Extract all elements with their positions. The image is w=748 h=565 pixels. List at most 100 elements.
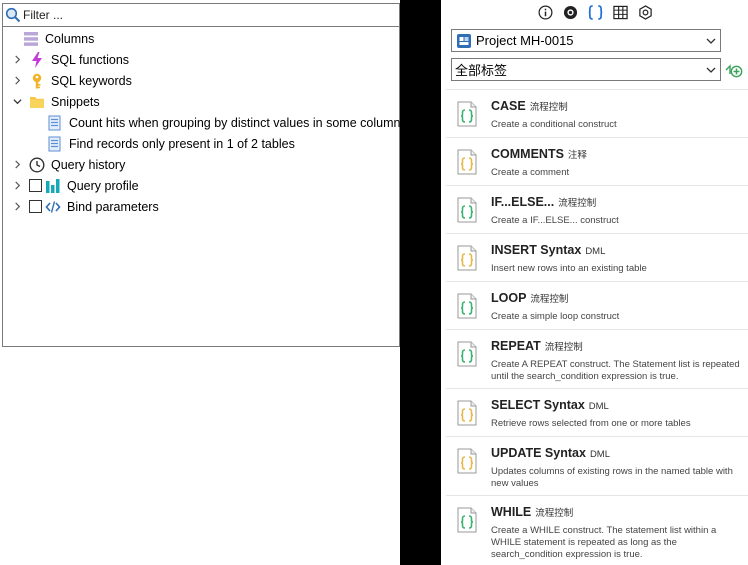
- snippet-tag: DML: [589, 449, 610, 460]
- snippet-title: WHILE 流程控制: [491, 505, 573, 519]
- tree-item-columns[interactable]: Columns: [23, 28, 94, 49]
- snippet-item[interactable]: UPDATE Syntax DML Updates columns of exist…: [446, 436, 748, 495]
- add-tag-icon[interactable]: [725, 61, 743, 79]
- columns-layout-icon[interactable]: [612, 4, 629, 21]
- snippet-item[interactable]: SELECT Syntax DML Retrieve rows selected f…: [446, 388, 748, 436]
- snippet-title: LOOP 流程控制: [491, 291, 568, 305]
- tree-item-snippets[interactable]: Snippets: [11, 91, 100, 112]
- toolbar-icons: [537, 3, 662, 21]
- chevron-down-icon[interactable]: [702, 36, 720, 46]
- snippet-description: Retrieve rows selected from one or more …: [491, 418, 691, 429]
- code-icon: [45, 200, 61, 213]
- info-icon[interactable]: [537, 4, 554, 21]
- bind-parameters-checkbox[interactable]: [29, 200, 42, 213]
- snippet-description: Create a conditional construct: [491, 119, 617, 130]
- snippet-file-icon: [457, 149, 477, 175]
- tree-label: Columns: [45, 31, 95, 46]
- snippet-tag: DML: [585, 246, 606, 257]
- snippet-title: REPEAT 流程控制: [491, 339, 583, 353]
- bar-chart-icon: [46, 178, 60, 193]
- snippet-name: IF...ELSE...: [491, 195, 555, 209]
- snippet-name: UPDATE Syntax: [491, 446, 586, 460]
- columns-icon: [24, 31, 38, 46]
- snippet-description: Updates columns of existing rows in the …: [491, 466, 733, 489]
- snippet-file-icon: [457, 197, 477, 223]
- eye-icon[interactable]: [562, 4, 579, 21]
- project-select[interactable]: Project MH-0015: [451, 29, 721, 52]
- chevron-right-icon[interactable]: [11, 70, 23, 91]
- snippet-description: Create A REPEAT construct. The Statement…: [491, 359, 740, 382]
- snippet-name: LOOP: [491, 291, 527, 305]
- snippet-tag: 流程控制: [530, 294, 569, 305]
- snippet-description: Create a comment: [491, 167, 570, 178]
- snippet-tag: 流程控制: [558, 198, 597, 209]
- chevron-down-icon[interactable]: [11, 91, 23, 112]
- snippet-file-icon: [457, 341, 477, 367]
- tree-item-snippet[interactable]: Count hits when grouping by distinct val…: [47, 112, 400, 133]
- panel-divider: [400, 0, 441, 565]
- tree-item-bind-parameters[interactable]: Bind parameters: [11, 196, 159, 217]
- tag-filter-select[interactable]: 全部标签: [451, 58, 721, 81]
- snippet-item[interactable]: CASE 流程控制 Create a conditional construct: [446, 89, 748, 137]
- tree-label: Query history: [51, 157, 126, 172]
- right-panel: Project MH-0015 全部标签 CASE 流程控制 Create a co…: [441, 0, 748, 565]
- snippet-file-icon: [457, 293, 477, 319]
- tree-item-sql-keywords[interactable]: SQL keywords: [11, 70, 132, 91]
- tree-label: SQL functions: [51, 52, 130, 67]
- snippet-title: CASE 流程控制: [491, 99, 568, 113]
- project-icon: [457, 33, 471, 48]
- tree-label: Count hits when grouping by distinct val…: [69, 115, 401, 130]
- snippet-file-icon: [457, 400, 477, 426]
- chevron-right-icon[interactable]: [11, 175, 23, 196]
- tree-item-query-history[interactable]: Query history: [11, 154, 125, 175]
- query-profile-checkbox[interactable]: [29, 179, 42, 192]
- snippet-name: WHILE: [491, 505, 532, 519]
- document-icon: [48, 115, 61, 130]
- snippet-file-icon: [457, 507, 477, 533]
- snippet-file-icon: [457, 101, 477, 127]
- object-tree: Columns SQL functions SQL keywords Snipp…: [2, 26, 400, 347]
- filter-input[interactable]: [23, 6, 393, 24]
- snippet-name: COMMENTS: [491, 147, 564, 161]
- snippet-list: CASE 流程控制 Create a conditional construct CO…: [446, 89, 748, 565]
- folder-icon: [30, 96, 44, 108]
- tag-filter-value: 全部标签: [455, 63, 508, 78]
- snippet-tag: 流程控制: [544, 342, 583, 353]
- snippet-file-icon: [457, 245, 477, 271]
- tree-label: SQL keywords: [51, 73, 132, 88]
- chevron-down-icon[interactable]: [702, 65, 720, 75]
- project-select-value: Project MH-0015: [476, 33, 574, 48]
- braces-icon[interactable]: [587, 4, 604, 21]
- tree-item-query-profile[interactable]: Query profile: [11, 175, 139, 196]
- document-icon: [48, 136, 61, 151]
- snippet-description: Create a IF...ELSE... construct: [491, 215, 619, 226]
- snippet-description: Create a simple loop construct: [491, 311, 620, 322]
- snippet-tag: 流程控制: [529, 102, 568, 113]
- search-icon: [5, 7, 21, 23]
- chevron-right-icon[interactable]: [11, 154, 23, 175]
- snippet-name: CASE: [491, 99, 526, 113]
- chevron-right-icon[interactable]: [11, 49, 23, 70]
- lightning-icon: [32, 51, 42, 68]
- snippet-item[interactable]: INSERT Syntax DML Insert new rows into an …: [446, 233, 748, 281]
- tree-item-snippet[interactable]: Find records only present in 1 of 2 tabl…: [47, 133, 295, 154]
- filter-box[interactable]: [2, 3, 400, 27]
- key-icon: [32, 73, 42, 88]
- snippet-tag: 注释: [567, 150, 587, 161]
- snippet-item[interactable]: LOOP 流程控制 Create a simple loop construct: [446, 281, 748, 329]
- snippet-title: SELECT Syntax DML: [491, 398, 609, 412]
- snippet-description: Create a WHILE construct. The statement …: [491, 525, 717, 560]
- tree-item-sql-functions[interactable]: SQL functions: [11, 49, 129, 70]
- settings-hexagon-icon[interactable]: [637, 4, 654, 21]
- snippet-item[interactable]: COMMENTS 注释 Create a comment: [446, 137, 748, 185]
- snippet-item[interactable]: IF...ELSE... 流程控制 Create a IF...ELSE... co…: [446, 185, 748, 233]
- snippet-tag: DML: [588, 401, 609, 412]
- snippet-item[interactable]: REPEAT 流程控制 Create A REPEAT construct. The…: [446, 329, 748, 388]
- snippet-item[interactable]: WHILE 流程控制 Create a WHILE construct. The s…: [446, 495, 748, 565]
- snippet-title: IF...ELSE... 流程控制: [491, 195, 596, 209]
- tree-label: Query profile: [67, 178, 139, 193]
- left-panel: Columns SQL functions SQL ke: [0, 0, 400, 565]
- snippet-title: INSERT Syntax DML: [491, 243, 605, 257]
- snippet-title: UPDATE Syntax DML: [491, 446, 610, 460]
- chevron-right-icon[interactable]: [11, 196, 23, 217]
